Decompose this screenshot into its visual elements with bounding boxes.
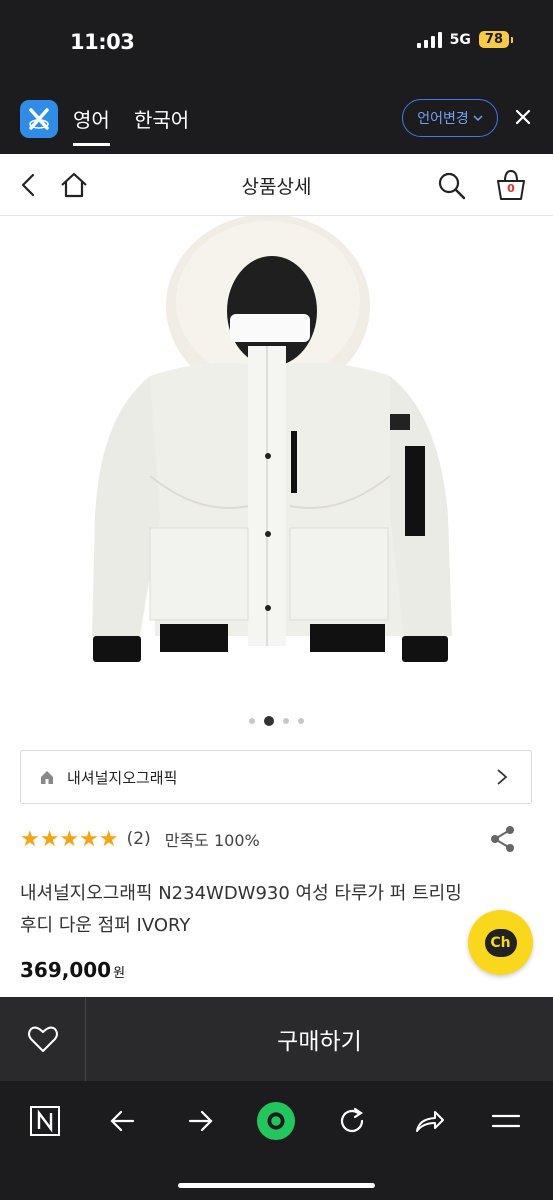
product-page: 상품상세 0 내셔널지오그래픽 ★★★★★ (2) 만족도 100% 내셔널지오… xyxy=(0,154,553,997)
green-dot-button[interactable] xyxy=(256,1101,296,1141)
share-icon[interactable] xyxy=(489,824,517,854)
page-dot-active[interactable] xyxy=(264,716,274,726)
gallery-pagination xyxy=(0,714,553,728)
wishlist-button[interactable] xyxy=(0,997,86,1081)
browser-forward-button[interactable] xyxy=(180,1101,220,1141)
naver-button[interactable] xyxy=(25,1101,65,1141)
heart-icon xyxy=(27,1026,58,1052)
page-title: 상품상세 xyxy=(241,176,312,198)
share-arrow-icon xyxy=(416,1111,444,1132)
product-name: 내셔널지오그래픽 N234WDW930 여성 타루가 퍼 트리밍 후디 다운 점… xyxy=(20,883,462,936)
change-language-label: 언어변경 xyxy=(417,111,469,127)
buy-button[interactable]: 구매하기 xyxy=(86,997,553,1081)
menu-button[interactable] xyxy=(486,1101,526,1141)
chevron-right-icon xyxy=(497,769,508,785)
kakao-chat-button[interactable]: Ch xyxy=(468,910,533,975)
satisfaction-label: 만족도 100% xyxy=(164,831,260,850)
page-header: 상품상세 0 xyxy=(0,154,553,216)
close-icon[interactable] xyxy=(512,106,534,128)
forward-icon xyxy=(188,1110,213,1132)
change-language-button[interactable]: 언어변경 xyxy=(402,99,498,137)
battery-icon: 78 xyxy=(478,31,514,48)
menu-icon xyxy=(491,1114,521,1128)
green-dot-icon xyxy=(256,1101,296,1141)
chat-label: Ch xyxy=(484,928,517,957)
status-time: 11:03 xyxy=(70,30,135,54)
naver-icon xyxy=(30,1106,60,1136)
status-indicators: 5G 78 xyxy=(416,31,514,48)
product-image[interactable] xyxy=(0,216,553,706)
page-dot[interactable] xyxy=(249,718,255,724)
home-indicator xyxy=(178,1183,375,1188)
review-count: (2) xyxy=(126,829,151,849)
browser-back-button[interactable] xyxy=(103,1101,143,1141)
cart-count-badge: 0 xyxy=(507,182,515,195)
cart-button[interactable]: 0 xyxy=(494,168,528,202)
translate-bar: 영어 한국어 언어변경 xyxy=(0,86,553,154)
status-bar: 11:03 5G 78 xyxy=(0,0,553,86)
purchase-bar: 구매하기 xyxy=(0,997,553,1081)
currency-label: 원 xyxy=(113,966,126,981)
tab-english[interactable]: 영어 xyxy=(73,104,110,146)
network-label: 5G xyxy=(449,31,471,48)
refresh-icon xyxy=(340,1107,364,1133)
chevron-down-icon xyxy=(473,115,483,122)
signal-icon xyxy=(416,31,442,48)
search-icon[interactable] xyxy=(434,168,468,202)
browser-share-button[interactable] xyxy=(410,1101,450,1141)
refresh-button[interactable] xyxy=(332,1101,372,1141)
brand-name: 내셔널지오그래픽 xyxy=(67,769,178,787)
brand-home-icon xyxy=(41,771,53,784)
rating-stars: ★★★★★ xyxy=(20,826,119,852)
buy-label: 구매하기 xyxy=(277,1029,362,1055)
arrow-left-icon xyxy=(110,1110,135,1132)
page-dot[interactable] xyxy=(283,718,289,724)
tab-korean[interactable]: 한국어 xyxy=(134,104,189,133)
rating-row[interactable]: ★★★★★ (2) 만족도 100% xyxy=(20,825,260,853)
page-dot[interactable] xyxy=(298,718,304,724)
price-value: 369,000 xyxy=(20,958,112,982)
product-price: 369,000 원 xyxy=(20,958,125,982)
brand-link[interactable]: 내셔널지오그래픽 xyxy=(20,750,532,804)
translate-logo-icon xyxy=(20,100,58,138)
